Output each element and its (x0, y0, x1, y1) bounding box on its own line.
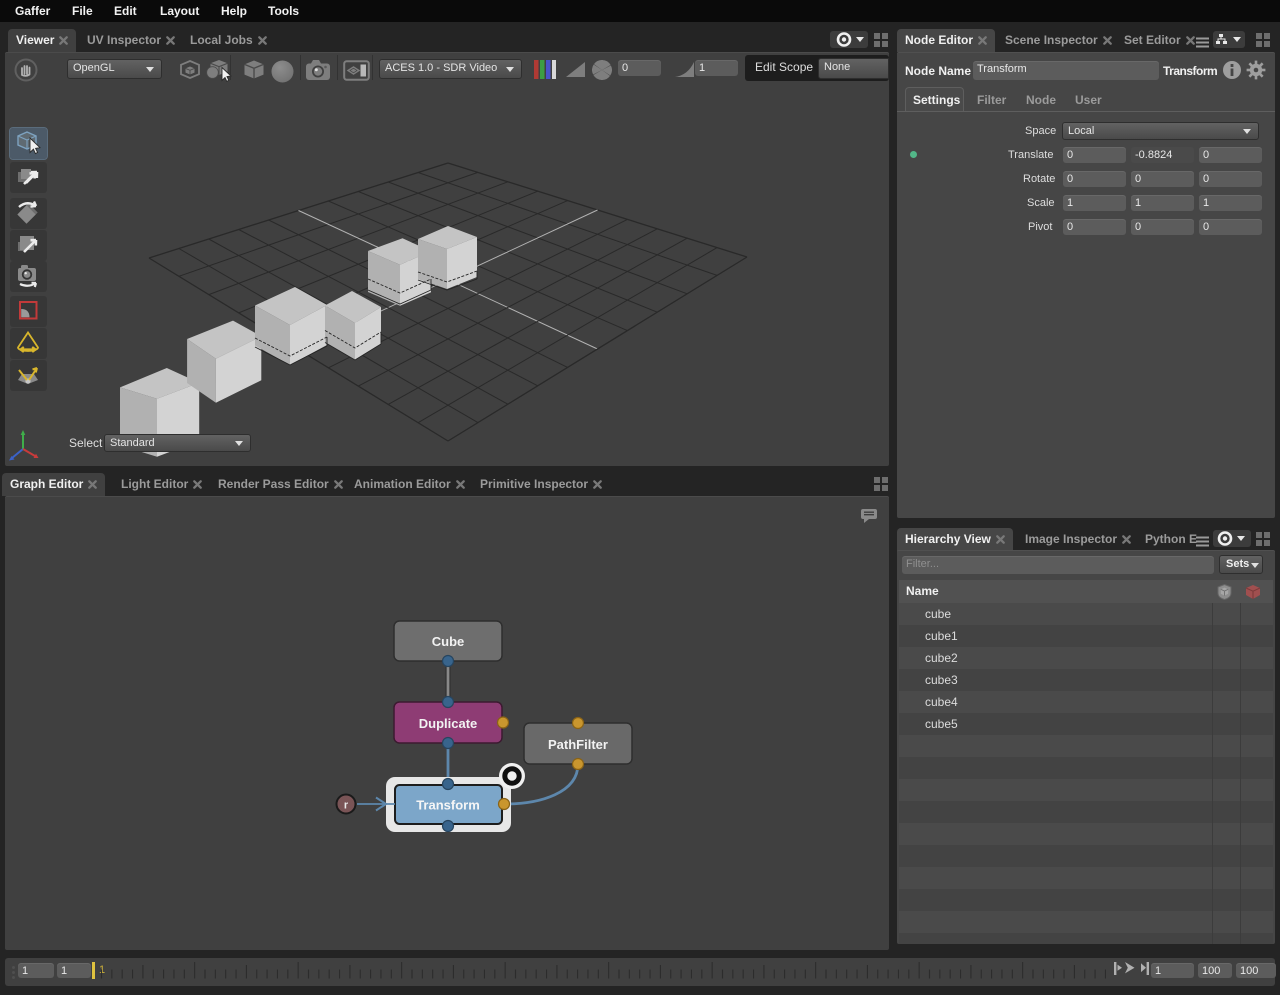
svg-text:Duplicate: Duplicate (419, 716, 478, 731)
svg-text:Cube: Cube (432, 634, 465, 649)
svg-text:r: r (344, 800, 349, 812)
svg-text:Transform: Transform (416, 798, 480, 813)
svg-text:PathFilter: PathFilter (548, 737, 608, 752)
